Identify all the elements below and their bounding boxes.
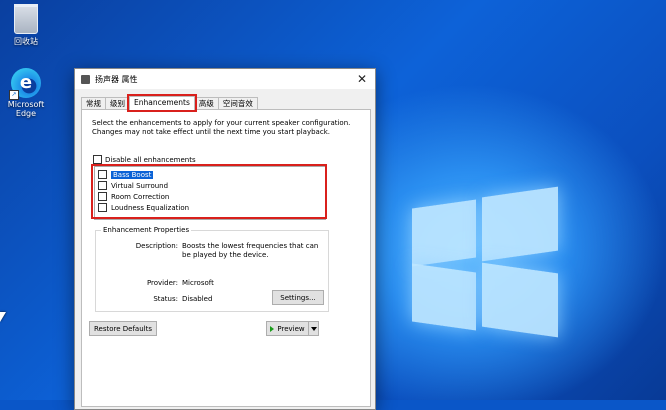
title-bar[interactable]: 扬声器 属性 ✕ (75, 69, 375, 89)
preview-split-button: Preview (266, 321, 319, 336)
description-value: Boosts the lowest frequencies that can b… (182, 242, 319, 259)
mouse-cursor-icon (0, 312, 6, 322)
desktop-icon-label: Microsoft Edge (7, 100, 45, 118)
disable-all-checkbox-row[interactable]: Disable all enhancements (93, 155, 196, 164)
desktop-icon-label: 回收站 (14, 37, 38, 46)
dialog-title: 扬声器 属性 (95, 74, 138, 84)
description-label: Description: (135, 242, 178, 250)
settings-button[interactable]: Settings... (272, 290, 324, 305)
play-icon (270, 325, 275, 332)
status-label: Status: (153, 295, 178, 303)
speaker-icon (81, 74, 90, 84)
restore-defaults-button[interactable]: Restore Defaults (89, 321, 157, 336)
provider-label: Provider: (146, 279, 178, 287)
enhancement-properties-group: Enhancement Properties Description: Boos… (95, 226, 329, 312)
status-value: Disabled (182, 295, 213, 303)
disable-all-checkbox[interactable] (93, 155, 102, 164)
enhancements-panel: Select the enhancements to apply for you… (81, 109, 371, 407)
preview-dropdown-button[interactable] (308, 321, 319, 336)
edge-icon: e ↗ (9, 68, 41, 100)
disable-all-label: Disable all enhancements (105, 155, 196, 164)
chevron-down-icon (310, 326, 317, 331)
speaker-properties-dialog: 扬声器 属性 ✕ 常规 级别 Enhancements 高级 空间音效 Sele… (74, 68, 376, 410)
tab-strip: 常规 级别 Enhancements 高级 空间音效 (81, 94, 258, 112)
windows-logo (412, 186, 562, 338)
close-icon: ✕ (356, 72, 368, 86)
recycle-bin-icon (14, 4, 38, 34)
tab-enhancements[interactable]: Enhancements (127, 94, 197, 112)
shortcut-arrow-icon: ↗ (9, 90, 19, 100)
preview-label: Preview (277, 324, 305, 333)
close-button[interactable]: ✕ (349, 69, 375, 89)
desktop-icon-recycle-bin[interactable]: 回收站 (0, 4, 54, 47)
desktop-icon-edge[interactable]: e ↗ Microsoft Edge (0, 68, 54, 118)
enhancements-description: Select the enhancements to apply for you… (92, 119, 351, 136)
preview-button[interactable]: Preview (266, 321, 309, 336)
group-title: Enhancement Properties (101, 226, 192, 234)
provider-value: Microsoft (182, 279, 214, 287)
highlight-box (91, 164, 327, 219)
